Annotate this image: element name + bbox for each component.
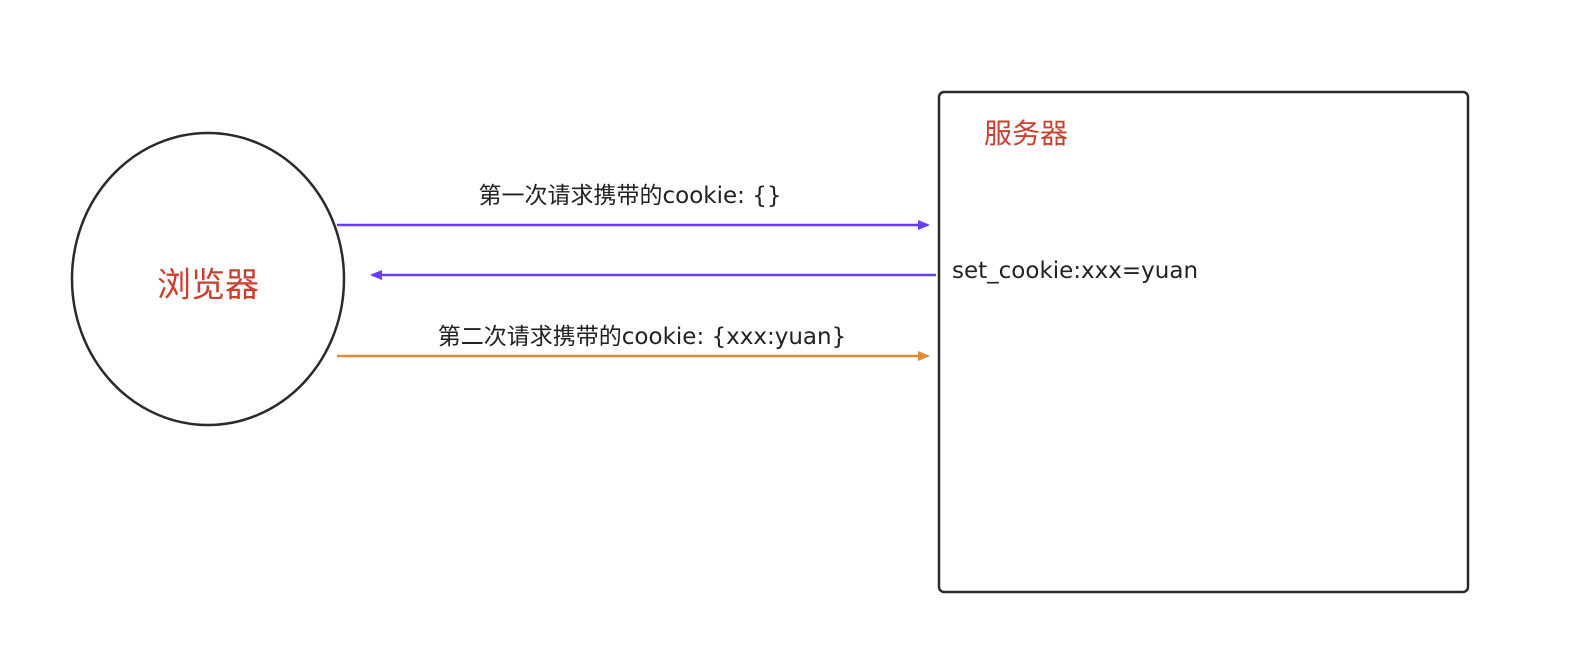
server-label: 服务器 bbox=[984, 117, 1069, 150]
server-node bbox=[937, 90, 1470, 594]
diagram-canvas: 浏览器 服务器 第一次请求携带的cookie: {} set_cookie:xx… bbox=[0, 0, 1586, 656]
second-request-label: 第二次请求携带的cookie: {xxx:yuan} bbox=[437, 324, 847, 350]
browser-label: 浏览器 bbox=[157, 265, 259, 306]
response-label: set_cookie:xxx=yuan bbox=[952, 258, 1199, 284]
first-request-label: 第一次请求携带的cookie: {} bbox=[478, 183, 782, 209]
